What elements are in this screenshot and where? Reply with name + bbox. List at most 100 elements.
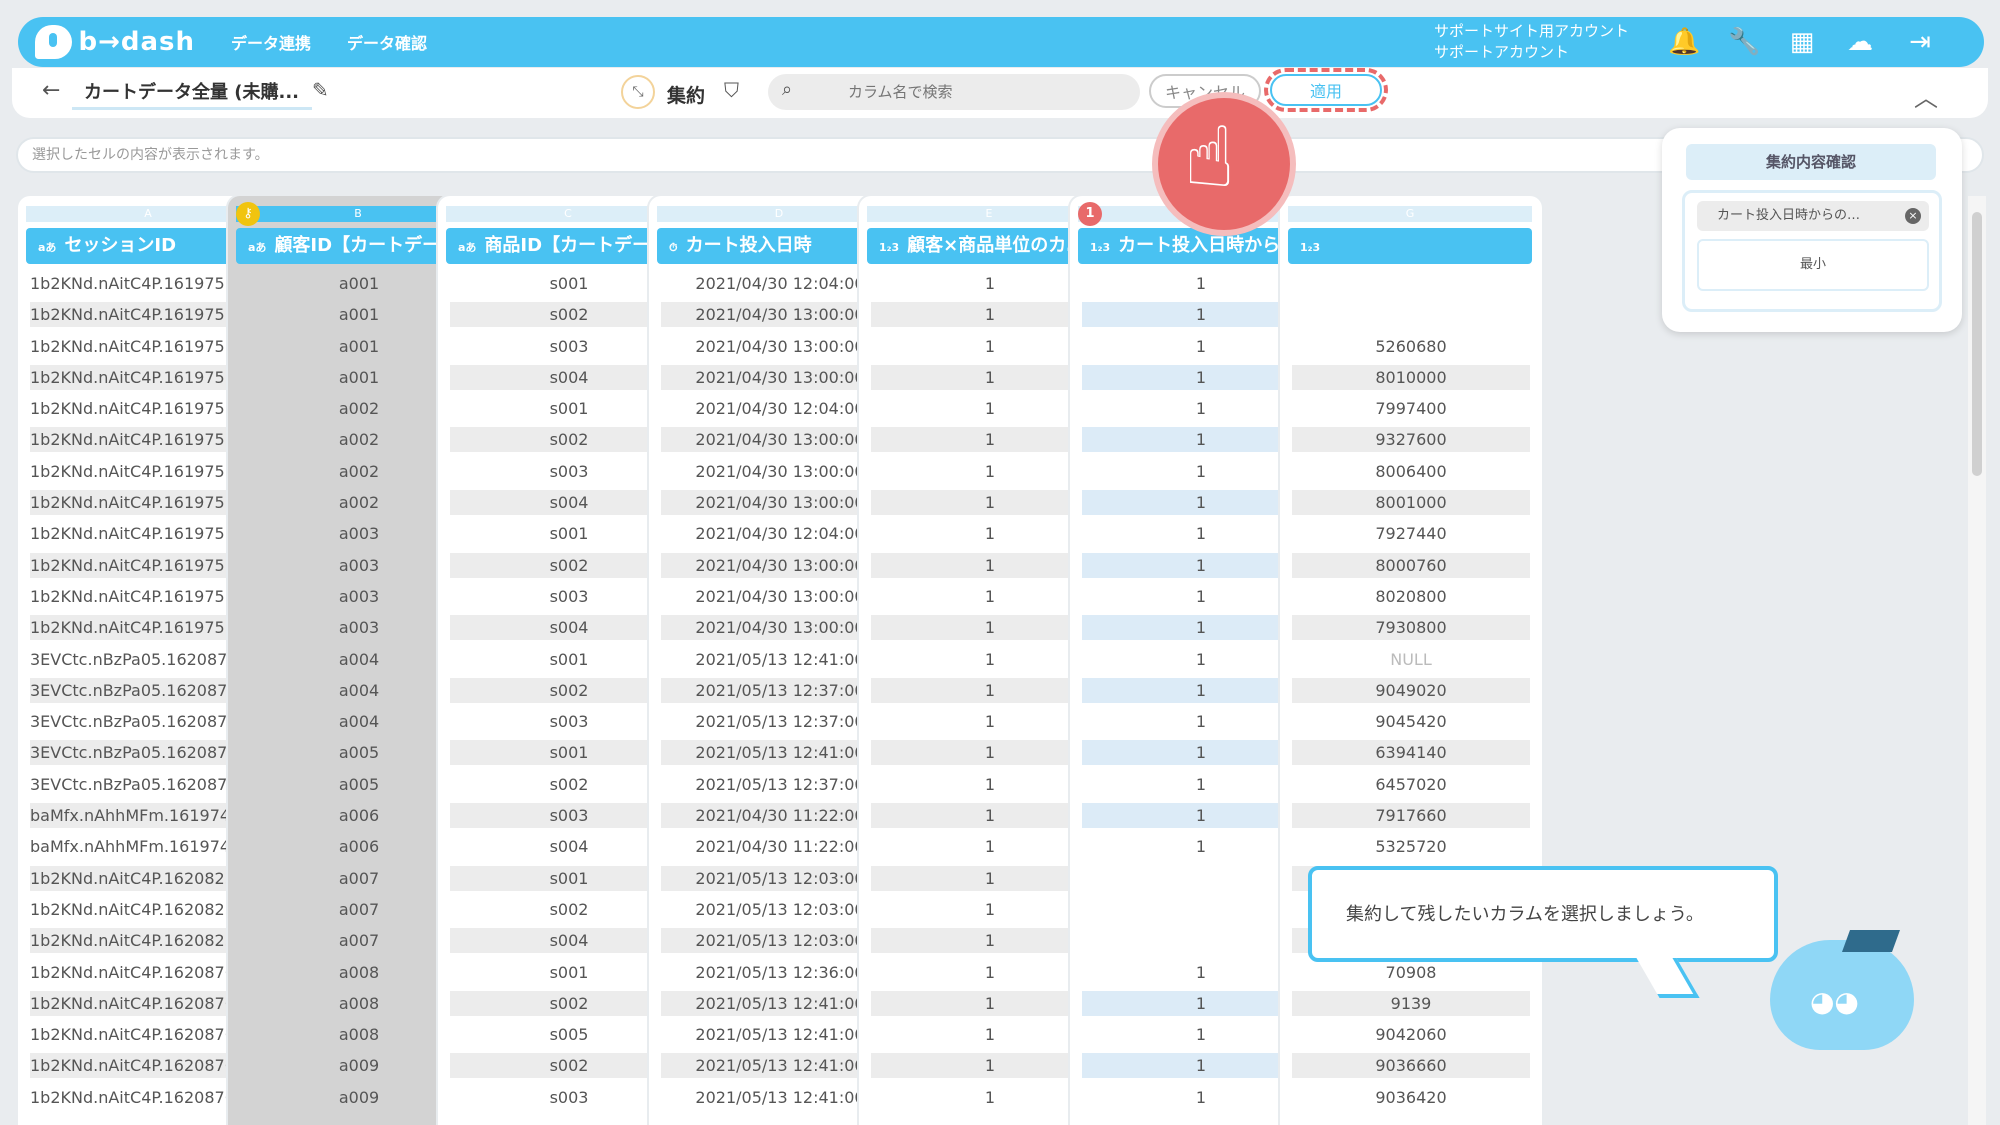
column-g[interactable]: G 1₂3 5260680 8010000 7997400 9327600 8006400 8…: [1280, 196, 1542, 1125]
column-header-label: カート投入日時: [685, 235, 812, 256]
column-search-input[interactable]: [768, 74, 1140, 110]
cell-value: 5325720: [1375, 837, 1447, 857]
aggregate-icon[interactable]: ⤡: [621, 75, 655, 109]
cell-value: 8000760: [1292, 552, 1530, 578]
mascot-cap-icon: [1841, 930, 1901, 952]
title-underline: [72, 107, 312, 110]
table-cell[interactable]: 8006400: [1280, 456, 1542, 487]
pointing-hand-icon: ☝: [1184, 108, 1236, 206]
bell-icon[interactable]: 🔔: [1668, 26, 1700, 58]
column-letter[interactable]: G: [1288, 206, 1532, 222]
apply-button[interactable]: 適用: [1270, 74, 1382, 106]
logo-mark-icon: [35, 25, 73, 59]
table-cell[interactable]: 6394140: [1280, 737, 1542, 768]
cell-value: 8006400: [1375, 461, 1447, 481]
logo-text: b→dash: [78, 27, 195, 57]
search-icon: ⌕: [782, 79, 793, 100]
column-header-label: セッションID: [64, 235, 177, 256]
cell-value: NULL: [1390, 649, 1432, 669]
top-nav-bar: b→dash データ連携 データ確認 サポートサイト用アカウント サポートアカウ…: [18, 17, 1984, 67]
aggregate-method-select[interactable]: 最小: [1697, 239, 1929, 291]
chip-label: カート投入日時からの…: [1717, 208, 1861, 223]
column-header-label: カート投入日時から…: [1118, 235, 1299, 256]
table-cell[interactable]: 7917660: [1280, 800, 1542, 831]
column-header[interactable]: 1₂3: [1288, 228, 1532, 264]
cell-value: 9036420: [1375, 1087, 1447, 1107]
type-icon: 1₂3: [1090, 241, 1111, 254]
scrollbar-thumb[interactable]: [1972, 212, 1982, 476]
type-icon: ⏱: [669, 241, 678, 254]
cell-value: 5260680: [1375, 336, 1447, 356]
cell-value: 9327600: [1292, 427, 1530, 453]
panel-title: 集約内容確認: [1686, 144, 1936, 180]
collapse-chevron-icon[interactable]: ︿: [1914, 78, 1938, 113]
cell-value: 6457020: [1375, 774, 1447, 794]
table-cell[interactable]: NULL: [1280, 644, 1542, 675]
table-cell[interactable]: 8000760: [1280, 550, 1542, 581]
wrench-icon[interactable]: 🔧: [1728, 26, 1760, 58]
table-cell[interactable]: 8010000: [1280, 362, 1542, 393]
cell-value: 8020800: [1375, 586, 1447, 606]
account-info[interactable]: サポートサイト用アカウント サポートアカウント: [1434, 21, 1629, 63]
table-cell[interactable]: 9327600: [1280, 424, 1542, 455]
cell-value: 9139: [1292, 990, 1530, 1016]
chip-close-icon[interactable]: ×: [1905, 208, 1921, 224]
nav-data-check[interactable]: データ確認: [347, 30, 427, 54]
cell-value: 7930800: [1292, 615, 1530, 641]
type-icon: aあ: [38, 241, 57, 254]
cell-value: 9036660: [1292, 1053, 1530, 1079]
column-header-label: 顧客ID【カートデー…: [274, 235, 459, 256]
table-cell[interactable]: 7997400: [1280, 393, 1542, 424]
type-icon: aあ: [248, 241, 267, 254]
table-cell[interactable]: [1280, 299, 1542, 330]
cell-value: 70908: [1385, 962, 1437, 982]
logout-icon[interactable]: ⇥: [1904, 26, 1936, 58]
cell-value: 9045420: [1375, 712, 1447, 732]
pin-icon[interactable]: ⛉: [724, 78, 739, 102]
count-badge: 1: [1078, 202, 1102, 226]
table-cell[interactable]: 9139: [1280, 988, 1542, 1019]
type-icon: aあ: [458, 241, 477, 254]
cell-value: 6394140: [1292, 740, 1530, 766]
vertical-scrollbar[interactable]: [1968, 196, 1986, 1125]
table-cell[interactable]: 5325720: [1280, 831, 1542, 862]
table-cell[interactable]: 9036420: [1280, 1082, 1542, 1113]
aggregate-chip[interactable]: カート投入日時からの… ×: [1697, 201, 1929, 231]
table-cell[interactable]: 5260680: [1280, 331, 1542, 362]
table-cell[interactable]: 9045420: [1280, 706, 1542, 737]
table-cell[interactable]: 9042060: [1280, 1019, 1542, 1050]
data-toolbar: ← カートデータ全量 (未購... ✎ ⤡ 集約 ⛉ ⌕ キャンセル 適用 ︿: [12, 68, 1988, 118]
table-cell[interactable]: 9049020: [1280, 675, 1542, 706]
cell-value: 9042060: [1375, 1025, 1447, 1045]
account-line-2: サポートアカウント: [1434, 43, 1570, 61]
cell-value: 9049020: [1292, 677, 1530, 703]
table-cell[interactable]: 7927440: [1280, 518, 1542, 549]
tutorial-text: 集約して残したいカラムを選択しましょう。: [1346, 904, 1704, 925]
app-logo[interactable]: b→dash: [35, 25, 195, 59]
panel-box: カート投入日時からの… × 最小: [1682, 190, 1942, 312]
table-cell[interactable]: 7930800: [1280, 612, 1542, 643]
table-cell[interactable]: 6457020: [1280, 769, 1542, 800]
cell-value: 7997400: [1375, 399, 1447, 419]
app-root: b→dash データ連携 データ確認 サポートサイト用アカウント サポートアカウ…: [0, 0, 2000, 1125]
type-icon: 1₂3: [1300, 241, 1321, 254]
table-cell[interactable]: 8001000: [1280, 487, 1542, 518]
tutorial-bubble: 集約して残したいカラムを選択しましょう。: [1308, 866, 1778, 962]
dataset-title[interactable]: カートデータ全量 (未購...: [84, 78, 299, 104]
nav-data-integration[interactable]: データ連携: [231, 30, 311, 54]
pencil-icon[interactable]: ✎: [312, 78, 329, 102]
cell-value: 7917660: [1292, 803, 1530, 829]
key-icon: ⚷: [236, 202, 260, 226]
mascot-icon[interactable]: ☁: [1844, 26, 1876, 58]
account-line-1: サポートサイト用アカウント: [1434, 22, 1630, 40]
cell-value: 8010000: [1292, 364, 1530, 390]
grid-icon[interactable]: ▦: [1786, 26, 1818, 58]
table-cell[interactable]: [1280, 268, 1542, 299]
column-header-label: 商品ID【カートデー…: [484, 235, 669, 256]
column-cells: 5260680 8010000 7997400 9327600 8006400 80010…: [1280, 268, 1542, 1113]
table-cell[interactable]: 8020800: [1280, 581, 1542, 612]
table-cell[interactable]: 9036660: [1280, 1050, 1542, 1081]
aggregate-label: 集約: [667, 85, 706, 107]
aggregate-confirm-panel: 集約内容確認 カート投入日時からの… × 最小: [1662, 128, 1962, 332]
back-arrow-icon[interactable]: ←: [42, 78, 60, 103]
